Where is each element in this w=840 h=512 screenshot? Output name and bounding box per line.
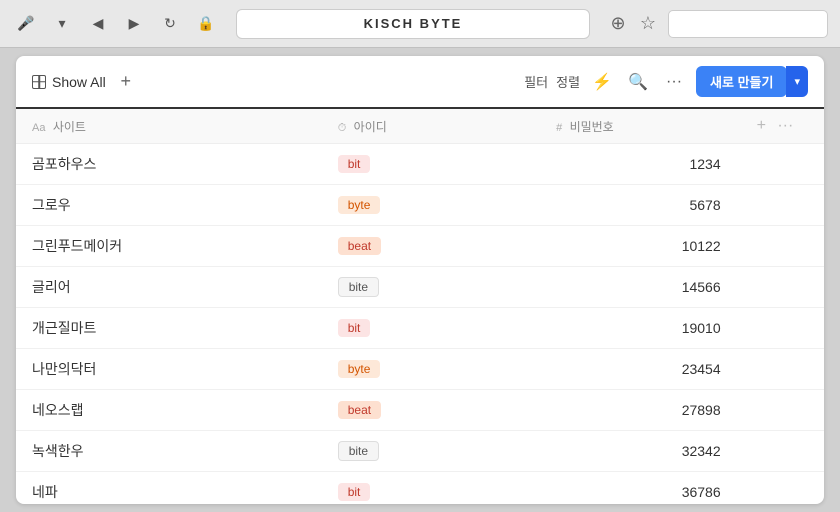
cell-site: 그린푸드메이커: [16, 226, 322, 267]
cell-site: 네파: [16, 472, 322, 505]
new-button-label: 새로 만들기: [710, 72, 773, 91]
browser-toolbar-icons: ⊕ ☆: [606, 12, 660, 36]
cell-actions: [737, 144, 824, 185]
show-all-button[interactable]: Show All: [32, 74, 106, 90]
col-secret-header: # 비밀번호: [540, 109, 737, 144]
cell-id: byte: [322, 349, 540, 390]
browser-search-input[interactable]: [668, 10, 828, 38]
forward-button[interactable]: ▶: [120, 10, 148, 38]
cell-actions: [737, 431, 824, 472]
text-icon: Aa: [32, 122, 45, 134]
cell-id: bite: [322, 431, 540, 472]
col-id-header: ⏱ 아이디: [322, 109, 540, 144]
clock-icon: ⏱: [338, 122, 347, 135]
lightning-button[interactable]: ⚡: [588, 68, 616, 96]
table-row: 네오스랩 beat 27898: [16, 390, 824, 431]
forward-icon: ▶: [129, 15, 140, 32]
table-body: 곰포하우스 bit 1234 그로우 byte 5678 그린푸드메이커 bea…: [16, 144, 824, 505]
cell-site: 곰포하우스: [16, 144, 322, 185]
dropdown-button[interactable]: ▾: [48, 10, 76, 38]
grid-icon: [32, 75, 46, 89]
browser-title: KISCH BYTE: [364, 16, 463, 31]
table-row: 그린푸드메이커 beat 10122: [16, 226, 824, 267]
cell-id: beat: [322, 390, 540, 431]
table-row: 녹색한우 bite 32342: [16, 431, 824, 472]
cell-id: byte: [322, 185, 540, 226]
table-wrapper: Aa 사이트 ⏱ 아이디 # 비밀번호 + ···: [16, 109, 824, 504]
id-badge: byte: [338, 360, 381, 378]
table-row: 그로우 byte 5678: [16, 185, 824, 226]
id-badge: bit: [338, 155, 371, 173]
browser-chrome: 🎤 ▾ ◀ ▶ ↻ 🔒 KISCH BYTE ⊕ ☆: [0, 0, 840, 48]
cell-actions: [737, 390, 824, 431]
id-badge: byte: [338, 196, 381, 214]
add-view-button[interactable]: +: [114, 70, 138, 94]
reload-icon: ↻: [164, 15, 176, 32]
search-button[interactable]: 🔍: [624, 68, 652, 96]
col-actions-header: + ···: [737, 109, 824, 144]
microphone-button[interactable]: 🎤: [12, 10, 40, 38]
cell-site: 녹색한우: [16, 431, 322, 472]
id-badge: beat: [338, 237, 381, 255]
cell-site: 개근질마트: [16, 308, 322, 349]
cell-secret: 32342: [540, 431, 737, 472]
cell-secret: 23454: [540, 349, 737, 390]
cell-site: 네오스랩: [16, 390, 322, 431]
id-badge: bite: [338, 277, 379, 297]
cell-actions: [737, 308, 824, 349]
cell-actions: [737, 349, 824, 390]
reload-button[interactable]: ↻: [156, 10, 184, 38]
table-row: 네파 bit 36786: [16, 472, 824, 505]
table-row: 개근질마트 bit 19010: [16, 308, 824, 349]
address-bar[interactable]: KISCH BYTE: [236, 9, 590, 39]
back-button[interactable]: ◀: [84, 10, 112, 38]
table-toolbar: Show All + 필터 정렬 ⚡ 🔍 ··· 새로 만들기 ▾: [16, 56, 824, 109]
new-button[interactable]: 새로 만들기: [696, 66, 787, 97]
cell-id: bit: [322, 308, 540, 349]
table-header: Aa 사이트 ⏱ 아이디 # 비밀번호 + ···: [16, 109, 824, 144]
table-row: 나만의닥터 byte 23454: [16, 349, 824, 390]
id-badge: bite: [338, 441, 379, 461]
add-column-button[interactable]: +: [753, 117, 770, 135]
cell-id: bit: [322, 472, 540, 505]
lock-button[interactable]: 🔒: [192, 10, 220, 38]
cell-actions: [737, 226, 824, 267]
data-table: Aa 사이트 ⏱ 아이디 # 비밀번호 + ···: [16, 109, 824, 504]
star-icon[interactable]: ☆: [636, 12, 660, 36]
cell-actions: [737, 267, 824, 308]
cell-secret: 14566: [540, 267, 737, 308]
cell-secret: 5678: [540, 185, 737, 226]
pin-icon[interactable]: ⊕: [606, 12, 630, 36]
sort-label: 정렬: [556, 72, 580, 91]
cell-site: 그로우: [16, 185, 322, 226]
cell-secret: 19010: [540, 308, 737, 349]
back-icon: ◀: [93, 15, 104, 32]
id-badge: bit: [338, 319, 371, 337]
toolbar-right: 필터 정렬 ⚡ 🔍 ··· 새로 만들기 ▾: [524, 66, 808, 97]
cell-id: bite: [322, 267, 540, 308]
cell-actions: [737, 472, 824, 505]
more-columns-button[interactable]: ···: [773, 117, 797, 135]
table-row: 글리어 bite 14566: [16, 267, 824, 308]
cell-site: 나만의닥터: [16, 349, 322, 390]
more-button[interactable]: ···: [660, 68, 688, 96]
cell-secret: 36786: [540, 472, 737, 505]
cell-secret: 27898: [540, 390, 737, 431]
table-row: 곰포하우스 bit 1234: [16, 144, 824, 185]
id-badge: beat: [338, 401, 381, 419]
cell-secret: 10122: [540, 226, 737, 267]
show-all-label: Show All: [52, 74, 106, 90]
cell-secret: 1234: [540, 144, 737, 185]
col-site-header: Aa 사이트: [16, 109, 322, 144]
new-button-chevron[interactable]: ▾: [786, 66, 808, 97]
cell-actions: [737, 185, 824, 226]
cell-id: beat: [322, 226, 540, 267]
filter-label: 필터: [524, 72, 548, 91]
hash-icon: #: [556, 122, 562, 134]
id-badge: bit: [338, 483, 371, 501]
main-content: Show All + 필터 정렬 ⚡ 🔍 ··· 새로 만들기 ▾ Aa: [16, 56, 824, 504]
lock-icon: 🔒: [197, 15, 214, 32]
cell-site: 글리어: [16, 267, 322, 308]
cell-id: bit: [322, 144, 540, 185]
